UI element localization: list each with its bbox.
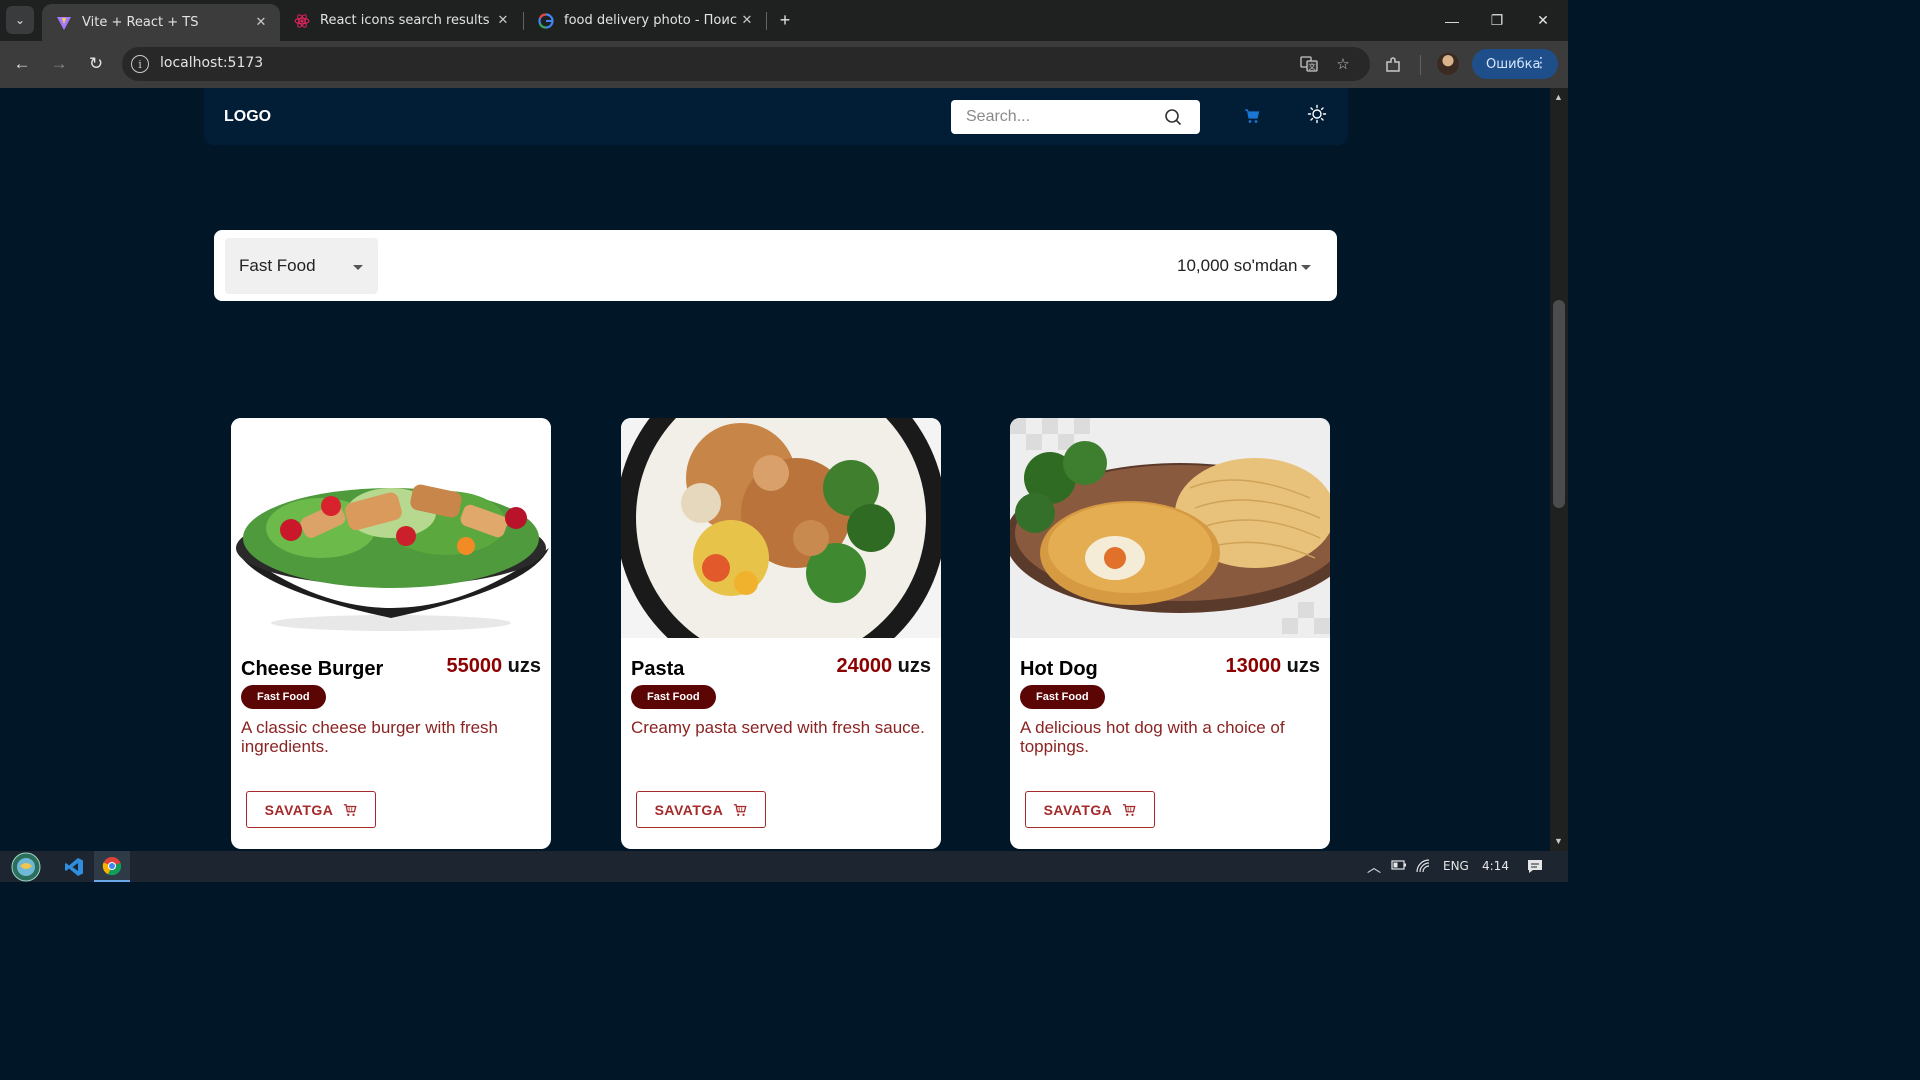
product-title: Cheese Burger xyxy=(241,658,384,680)
tab-title: Vite + React + TS xyxy=(82,15,199,30)
filter-bar: Fast Food 10,000 so'mdan xyxy=(214,230,1337,301)
tab-vite[interactable]: Vite + React + TS ✕ xyxy=(42,4,280,41)
tab-search-button[interactable]: ⌄ xyxy=(6,6,34,34)
google-icon xyxy=(538,12,554,29)
add-to-cart-button[interactable]: SAVATGA xyxy=(636,791,766,828)
product-price: 55000 uzs xyxy=(446,655,541,677)
vscode-taskbar-button[interactable] xyxy=(56,851,92,882)
more-menu-icon[interactable]: ⋮ xyxy=(1534,55,1548,71)
category-badge: Fast Food xyxy=(241,685,326,709)
product-card: Hot Dog 13000 uzs Fast Food A delicious … xyxy=(1010,418,1330,849)
toolbar-separator xyxy=(1420,55,1421,75)
profile-error-label: Ошибка xyxy=(1486,56,1541,72)
close-icon[interactable]: ✕ xyxy=(252,14,270,32)
product-image-salad xyxy=(231,418,551,638)
site-info-icon[interactable]: i xyxy=(131,55,149,73)
product-price: 13000 uzs xyxy=(1225,655,1320,677)
svg-text:文: 文 xyxy=(1309,62,1316,71)
close-icon[interactable]: ✕ xyxy=(494,12,512,30)
product-price: 24000 uzs xyxy=(836,655,931,677)
site-header: LOGO xyxy=(204,88,1348,145)
page-viewport: LOGO Fast Food 10,000 so'mdan xyxy=(0,88,1550,851)
product-image-pasta xyxy=(621,418,941,638)
minimize-icon[interactable]: — xyxy=(1429,0,1475,41)
category-select-value: Fast Food xyxy=(239,256,316,275)
cart-icon[interactable] xyxy=(1244,108,1260,124)
windows-start-icon xyxy=(11,852,41,881)
clock[interactable]: 4:14 xyxy=(1482,859,1509,873)
language-indicator[interactable]: ENG xyxy=(1443,859,1469,873)
close-icon[interactable]: ✕ xyxy=(738,12,756,30)
site-logo[interactable]: LOGO xyxy=(224,108,271,126)
price-select[interactable]: 10,000 so'mdan xyxy=(1163,238,1326,294)
cart-icon xyxy=(734,803,747,816)
product-description: A delicious hot dog with a choice of top… xyxy=(1020,718,1285,756)
product-description: Creamy pasta served with fresh sauce. xyxy=(631,718,925,737)
forward-icon[interactable]: → xyxy=(45,50,73,78)
sun-icon[interactable] xyxy=(1307,104,1327,124)
profile-error-button[interactable]: Ошибка ⋮ xyxy=(1472,49,1558,79)
profile-avatar[interactable] xyxy=(1437,53,1459,75)
tray-expand-icon[interactable]: ︿ xyxy=(1367,857,1381,877)
product-card: Cheese Burger 55000 uzs Fast Food A clas… xyxy=(231,418,551,849)
window-close-icon[interactable]: ✕ xyxy=(1520,0,1566,41)
product-title: Hot Dog xyxy=(1020,658,1098,680)
back-icon[interactable]: ← xyxy=(8,50,36,78)
translate-icon[interactable]: 文 xyxy=(1298,53,1320,75)
add-to-cart-label: SAVATGA xyxy=(264,801,334,818)
product-description: A classic cheese burger with fresh ingre… xyxy=(241,718,499,756)
notifications-icon[interactable] xyxy=(1526,857,1544,878)
category-badge: Fast Food xyxy=(631,685,716,709)
os-taskbar: ︿ ENG 4:14 xyxy=(0,851,1568,882)
dropdown-arrow-icon xyxy=(1301,265,1311,270)
product-image-hotdog xyxy=(1010,418,1330,638)
add-to-cart-button[interactable]: SAVATGA xyxy=(246,791,376,828)
browser-toolbar: ← → ↻ i localhost:5173 文 ☆ Ошибка ⋮ xyxy=(0,41,1568,88)
tab-separator xyxy=(766,12,767,30)
chrome-icon xyxy=(102,856,122,875)
search-input[interactable] xyxy=(951,100,1161,134)
category-badge: Fast Food xyxy=(1020,685,1105,709)
category-select[interactable]: Fast Food xyxy=(225,238,378,294)
bookmark-star-icon[interactable]: ☆ xyxy=(1332,53,1354,75)
scroll-down-arrow-icon[interactable]: ▼ xyxy=(1554,836,1563,846)
vite-icon xyxy=(56,15,72,31)
add-to-cart-button[interactable]: SAVATGA xyxy=(1025,791,1155,828)
cart-icon xyxy=(1123,803,1136,816)
network-icon[interactable] xyxy=(1416,859,1432,876)
address-bar[interactable]: i localhost:5173 文 ☆ xyxy=(122,47,1370,81)
tab-react-icons[interactable]: React icons search results ✕ xyxy=(280,0,522,41)
product-card: Pasta 24000 uzs Fast Food Creamy pasta s… xyxy=(621,418,941,849)
new-tab-button[interactable]: + xyxy=(774,8,796,32)
reload-icon[interactable]: ↻ xyxy=(82,50,110,78)
restore-icon[interactable]: ❐ xyxy=(1474,0,1520,41)
product-title: Pasta xyxy=(631,658,685,680)
vscode-icon xyxy=(65,857,83,876)
react-icon xyxy=(294,13,310,29)
extensions-icon[interactable] xyxy=(1381,53,1405,77)
price-select-value: 10,000 so'mdan xyxy=(1177,256,1298,275)
tab-google-search[interactable]: food delivery photo - Поиск в Google ✕ xyxy=(524,0,766,41)
dropdown-arrow-icon xyxy=(353,265,363,270)
battery-icon[interactable] xyxy=(1391,859,1407,874)
start-button[interactable] xyxy=(8,851,44,882)
browser-tab-bar: ⌄ Vite + React + TS ✕ React icons search… xyxy=(0,0,1568,41)
tab-title: React icons search results xyxy=(320,13,490,28)
search-box xyxy=(951,100,1200,134)
search-icon[interactable] xyxy=(1164,108,1182,126)
scrollbar-thumb[interactable] xyxy=(1553,300,1565,508)
add-to-cart-label: SAVATGA xyxy=(1043,801,1113,818)
tab-title: food delivery photo - Поиск в Google xyxy=(564,13,738,28)
cart-icon xyxy=(344,803,357,816)
url-text[interactable]: localhost:5173 xyxy=(160,55,263,71)
add-to-cart-label: SAVATGA xyxy=(654,801,724,818)
scroll-up-arrow-icon[interactable]: ▲ xyxy=(1554,92,1563,102)
chrome-taskbar-button[interactable] xyxy=(94,851,130,882)
